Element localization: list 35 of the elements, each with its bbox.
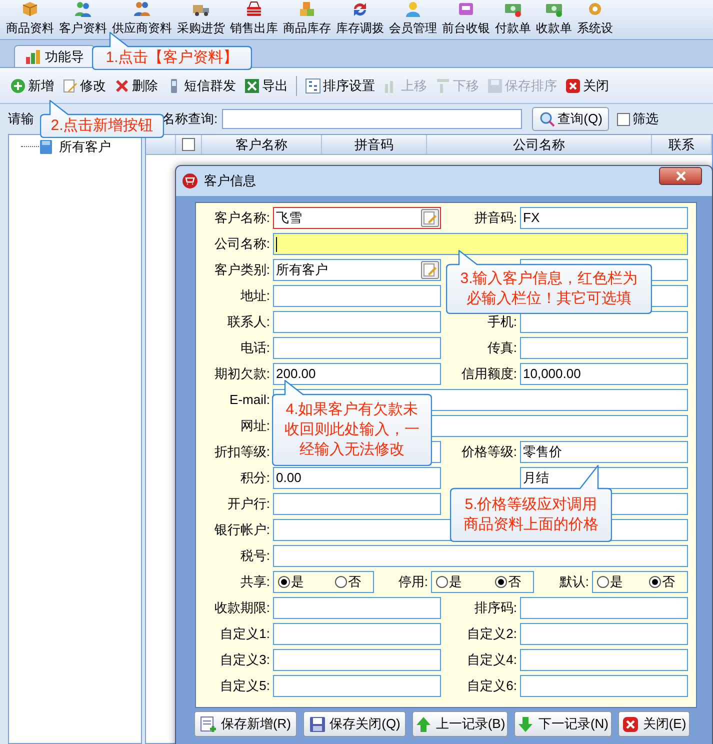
field-label: 自定义5: (220, 677, 270, 696)
field-label: 联系人: (227, 313, 270, 332)
field-label: 拼音码: (474, 209, 517, 228)
dialog-title: 客户信息 (204, 172, 256, 190)
field-label: 公司名称: (214, 235, 270, 254)
field-label: 地址: (240, 287, 270, 306)
field-label: 共享: (240, 573, 270, 592)
field-label: 电话: (240, 339, 270, 358)
field-label: 默认: (559, 573, 589, 592)
hint-tooltip: 3.输入客户信息，红色栏为 必输入栏位！其它可选填 (446, 250, 652, 314)
field-label: 收款期限: (214, 599, 270, 618)
search-label: 请输 (8, 111, 34, 126)
field-label: 手机: (487, 313, 517, 332)
hint-tooltip: 2.点击新增按钮 (40, 100, 164, 138)
field-label: 客户类别: (214, 261, 270, 280)
field-label: 折扣等级: (214, 443, 270, 462)
field-label: 排序码: (474, 599, 517, 618)
field-label: 自定义6: (467, 677, 517, 696)
field-label: 积分: (240, 469, 270, 488)
field-label: 自定义3: (220, 651, 270, 670)
field-label: 客户名称: (214, 209, 270, 228)
field-label: 银行帐户: (214, 521, 270, 540)
field-label: 期初欠款: (214, 365, 270, 384)
field-label: 网址: (240, 417, 270, 436)
field-label: 自定义1: (220, 625, 270, 644)
field-label: 开户行: (227, 495, 270, 514)
hint-tooltip: 4.如果客户有欠款未 收回则此处输入，一 经输入无法修改 (272, 380, 432, 466)
field-label: 价格等级: (461, 443, 517, 462)
field-label: 停用: (398, 573, 428, 592)
field-label: 传真: (487, 339, 517, 358)
field-label: 自定义4: (467, 651, 517, 670)
field-label: E-mail: (230, 391, 270, 410)
field-label: 税号: (240, 547, 270, 566)
field-label: 信用额度: (461, 365, 517, 384)
field-label: 自定义2: (467, 625, 517, 644)
